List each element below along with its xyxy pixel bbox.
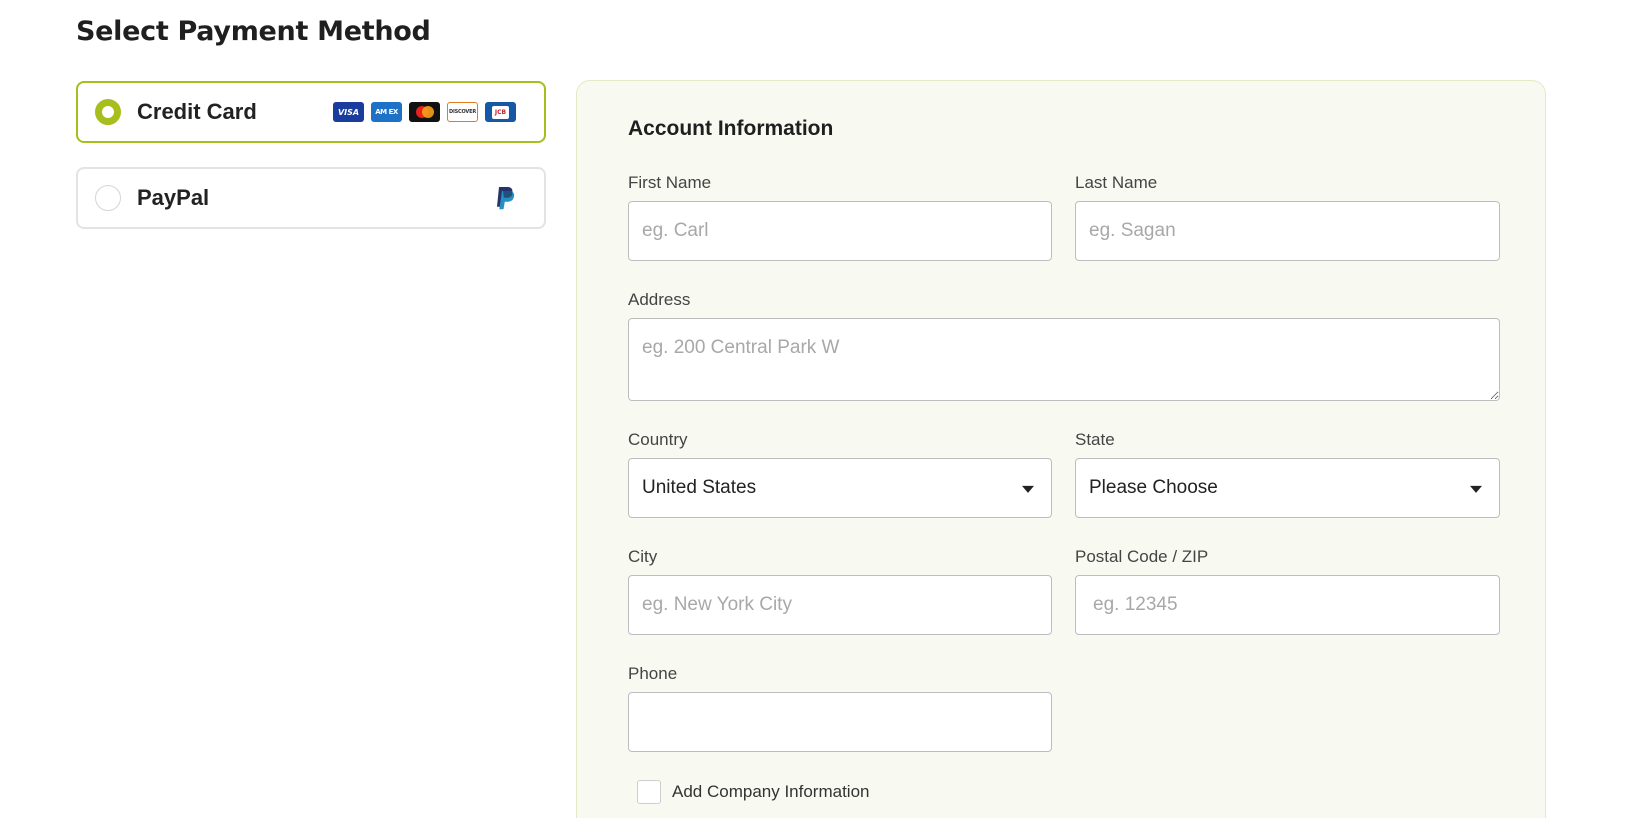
card-brand-logos: VISA AM EX DISCOVER JCB	[333, 102, 516, 122]
visa-icon: VISA	[333, 102, 364, 122]
postal-code-input[interactable]	[1075, 575, 1500, 635]
amex-icon: AM EX	[371, 102, 402, 122]
country-select[interactable]: United States	[628, 458, 1052, 518]
jcb-icon: JCB	[485, 102, 516, 122]
add-company-information-row[interactable]: Add Company Information	[637, 780, 870, 804]
state-label: State	[1075, 430, 1115, 449]
account-information-panel: Account Information First Name Last Name…	[576, 80, 1546, 818]
checkout-page: Select Payment Method Credit Card VISA A…	[0, 0, 1646, 818]
page-title: Select Payment Method	[76, 16, 431, 47]
city-label: City	[628, 547, 658, 566]
last-name-input[interactable]	[1075, 201, 1500, 261]
state-selected-value: Please Choose	[1089, 477, 1218, 498]
paypal-icon	[497, 187, 515, 210]
payment-option-credit-card[interactable]: Credit Card VISA AM EX DISCOVER JCB	[76, 81, 546, 143]
mastercard-icon	[409, 102, 440, 122]
first-name-label: First Name	[628, 173, 712, 192]
postal-code-label: Postal Code / ZIP	[1075, 547, 1209, 566]
phone-input[interactable]	[628, 692, 1052, 752]
last-name-label: Last Name	[1075, 173, 1158, 192]
discover-icon: DISCOVER	[447, 102, 478, 122]
account-information-title: Account Information	[628, 117, 834, 140]
country-label: Country	[628, 430, 688, 449]
add-company-information-label: Add Company Information	[672, 782, 870, 801]
state-select[interactable]: Please Choose	[1075, 458, 1500, 518]
phone-label: Phone	[628, 664, 678, 683]
city-input[interactable]	[628, 575, 1052, 635]
credit-card-label: Credit Card	[137, 99, 257, 124]
payment-option-paypal[interactable]: PayPal	[76, 167, 546, 229]
add-company-information-checkbox[interactable]	[637, 780, 661, 804]
address-textarea[interactable]	[628, 318, 1500, 401]
paypal-radio[interactable]	[95, 185, 121, 211]
first-name-input[interactable]	[628, 201, 1052, 261]
address-label: Address	[628, 290, 691, 309]
paypal-label: PayPal	[137, 185, 210, 210]
chevron-down-icon	[1022, 485, 1034, 493]
chevron-down-icon	[1470, 485, 1482, 493]
country-selected-value: United States	[642, 477, 757, 498]
credit-card-radio[interactable]	[95, 99, 121, 125]
